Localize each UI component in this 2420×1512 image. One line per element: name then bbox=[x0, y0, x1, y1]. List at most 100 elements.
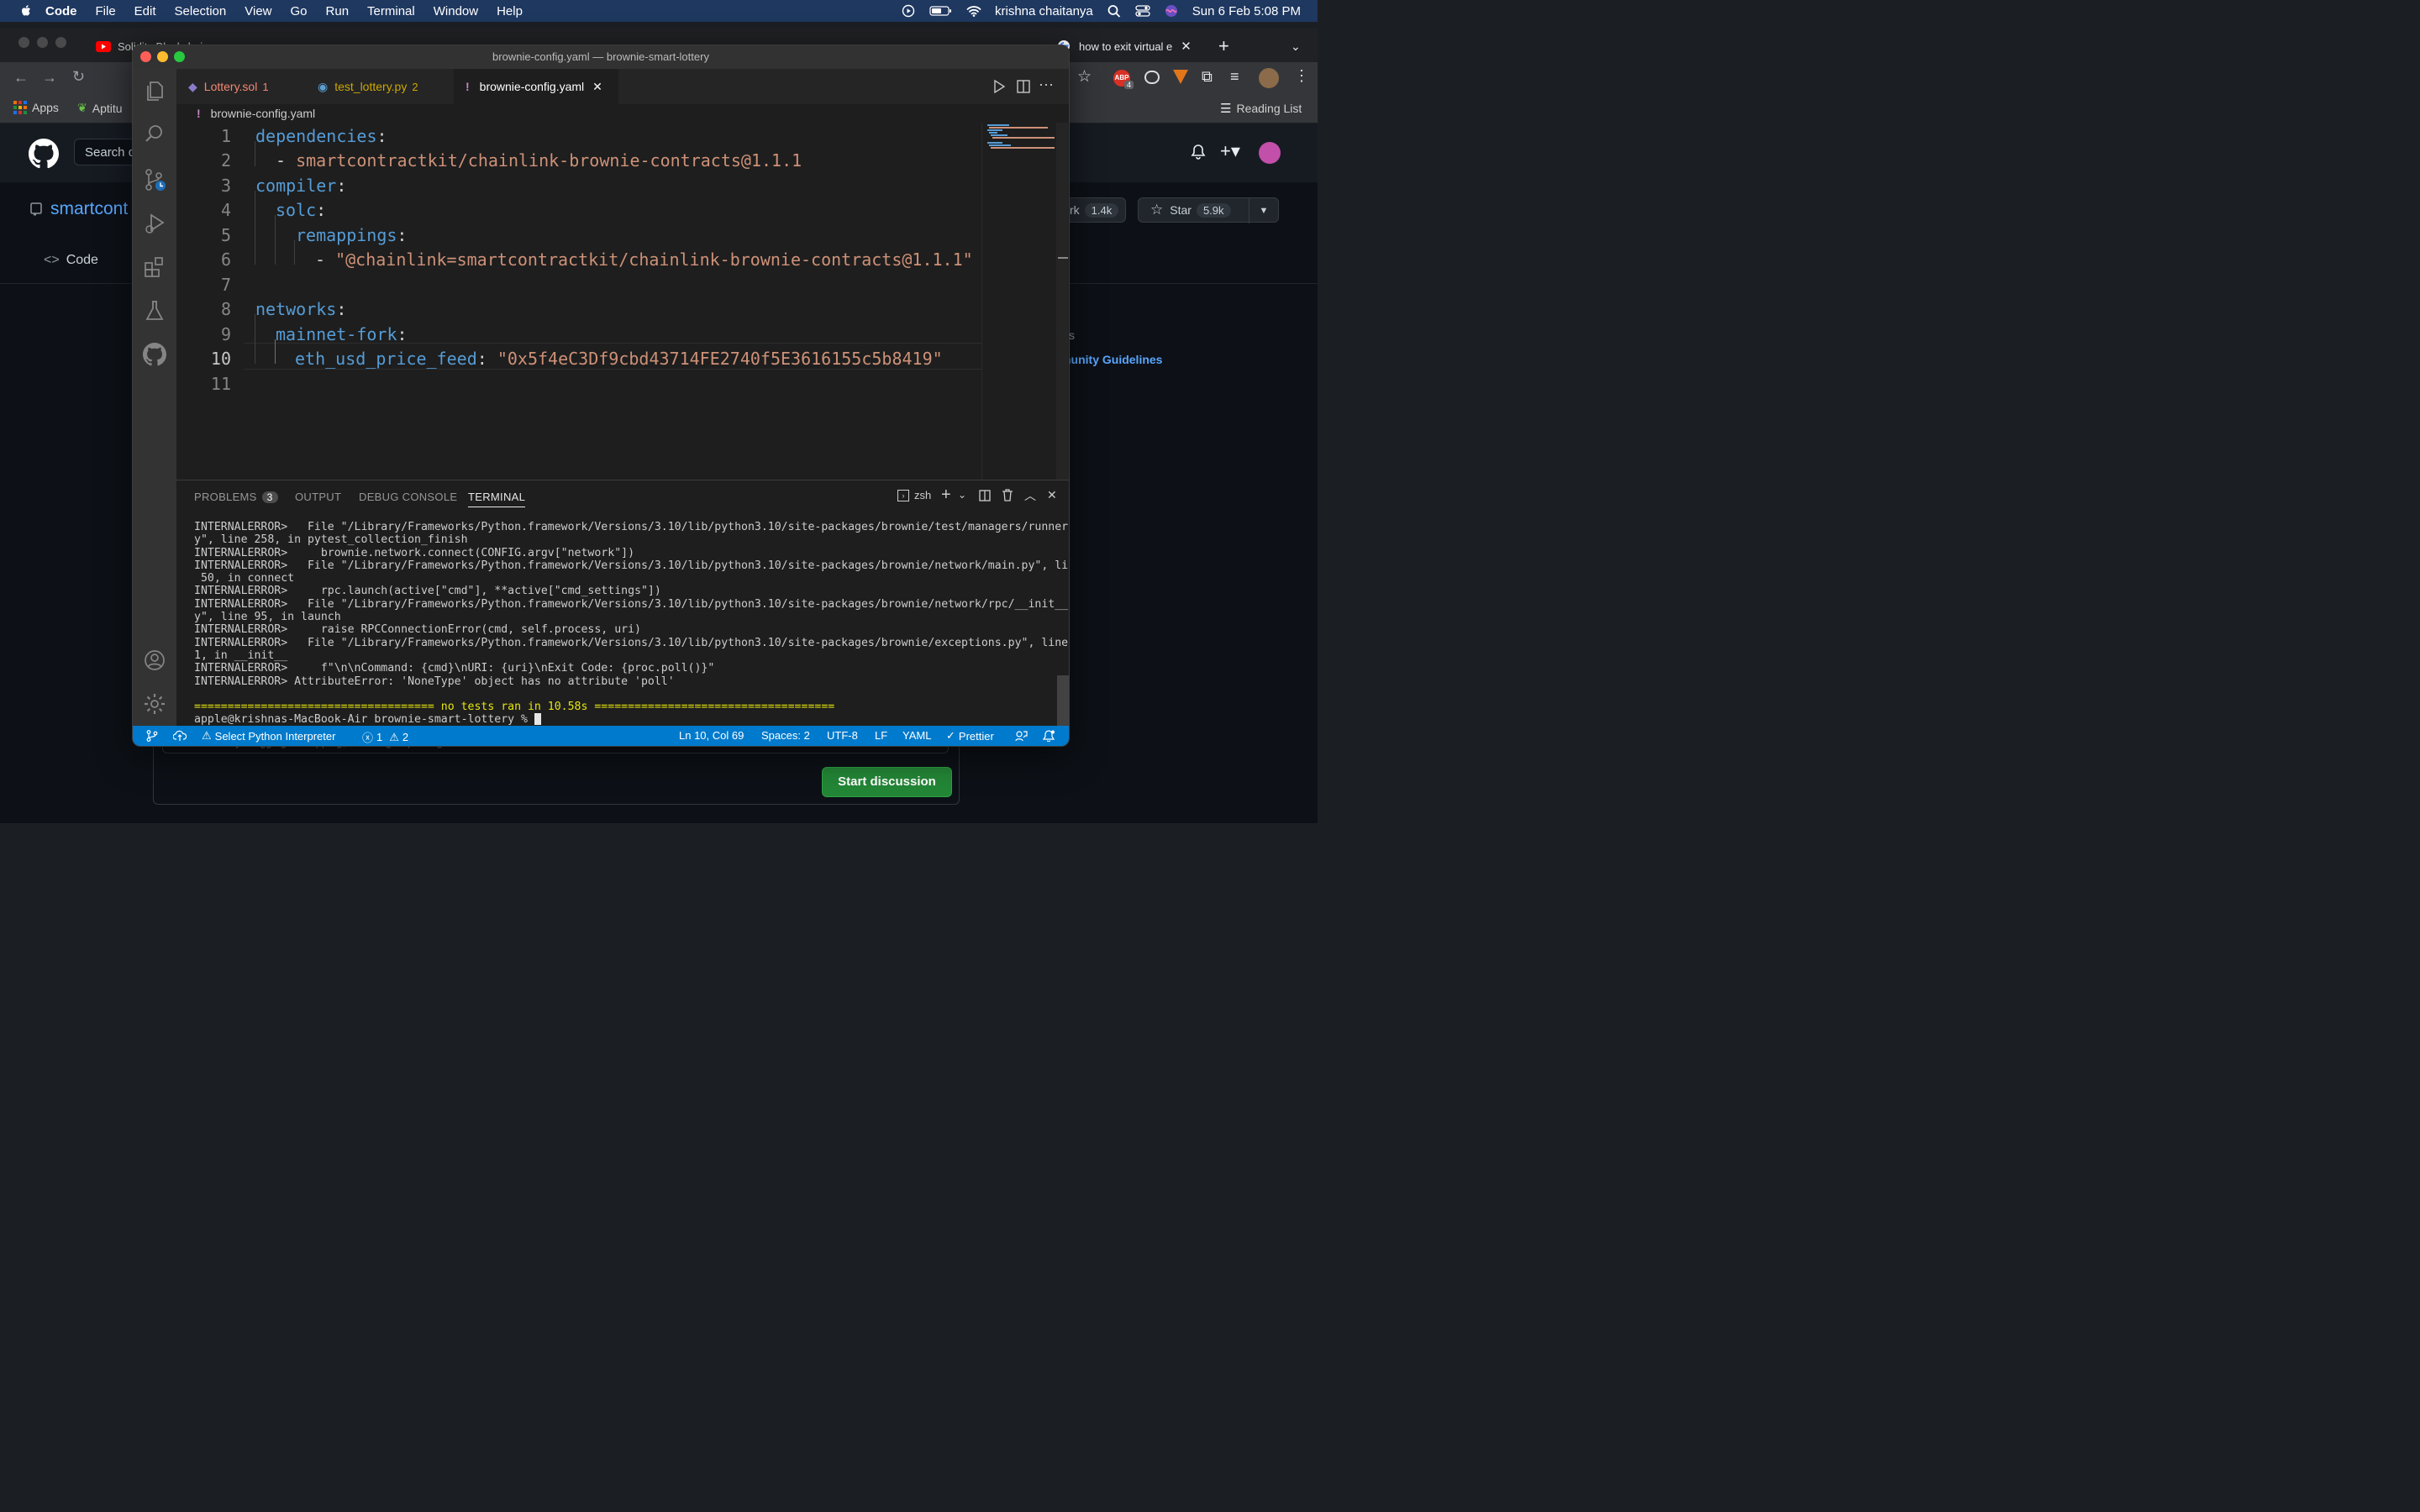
play-circle-icon[interactable] bbox=[901, 4, 916, 18]
close-tab-icon[interactable]: ✕ bbox=[592, 80, 602, 94]
reading-list[interactable]: ☰ Reading List bbox=[1220, 101, 1302, 116]
chrome-close-dot[interactable] bbox=[18, 37, 29, 48]
tab-lottery-sol[interactable]: ◆ Lottery.sol 1 bbox=[176, 69, 306, 104]
chrome-menu-icon[interactable]: ⋮ bbox=[1294, 67, 1309, 85]
panel-tab-output[interactable]: OUTPUT bbox=[295, 491, 341, 503]
code-editor[interactable]: 1 2 3 4 5 6 7 8 9 10 11 dependencies: - … bbox=[176, 123, 1013, 555]
run-debug-icon[interactable] bbox=[143, 212, 166, 235]
notification-bell-icon[interactable] bbox=[1190, 144, 1207, 160]
vertical-scrollbar[interactable] bbox=[1056, 123, 1068, 526]
star-button[interactable]: ☆ Star 5.9k ▼ bbox=[1138, 197, 1279, 223]
menu-edit[interactable]: Edit bbox=[134, 4, 156, 18]
menu-help[interactable]: Help bbox=[497, 4, 523, 18]
forward-arrow-icon[interactable]: → bbox=[42, 69, 57, 87]
chrome-zoom-dot[interactable] bbox=[55, 37, 66, 48]
start-discussion-button[interactable]: Start discussion bbox=[822, 767, 952, 797]
panel-tab-problems[interactable]: PROBLEMS 3 bbox=[194, 491, 278, 503]
github-logo-icon[interactable] bbox=[29, 139, 59, 169]
tab-search-chevron-icon[interactable]: ⌄ bbox=[1291, 32, 1301, 60]
back-arrow-icon[interactable]: ← bbox=[13, 69, 29, 87]
extensions-icon[interactable] bbox=[143, 255, 166, 279]
menu-window[interactable]: Window bbox=[434, 4, 478, 18]
source-control-icon[interactable] bbox=[143, 168, 166, 192]
bookmark-aptitude[interactable]: ❦ Aptitu bbox=[77, 101, 123, 115]
tab-brownie-config-yaml[interactable]: ! brownie-config.yaml ✕ bbox=[454, 69, 618, 104]
spotlight-search-icon[interactable] bbox=[1107, 4, 1122, 18]
language-mode[interactable]: YAML bbox=[902, 729, 931, 742]
indent-guide bbox=[294, 240, 295, 265]
repo-tab-code[interactable]: <> Code bbox=[44, 253, 98, 268]
search-icon[interactable] bbox=[143, 123, 166, 146]
accounts-icon[interactable] bbox=[143, 648, 166, 672]
chrome-minimize-dot[interactable] bbox=[37, 37, 48, 48]
battery-icon[interactable] bbox=[929, 4, 953, 18]
settings-gear-icon[interactable] bbox=[143, 692, 166, 716]
maximize-panel-icon[interactable]: ︿ bbox=[1024, 487, 1036, 504]
bookmark-star-icon[interactable]: ☆ bbox=[1077, 67, 1092, 87]
siri-icon[interactable] bbox=[1164, 4, 1179, 18]
zoom-window-button[interactable] bbox=[174, 51, 185, 62]
split-editor-icon[interactable] bbox=[1016, 79, 1031, 94]
breadcrumb[interactable]: ! brownie-config.yaml bbox=[176, 104, 1003, 123]
terminal-shell-selector[interactable]: › zsh bbox=[897, 489, 931, 501]
testing-flask-icon[interactable] bbox=[143, 299, 166, 323]
menubar-user[interactable]: krishna chaitanya bbox=[995, 4, 1093, 18]
minimize-window-button[interactable] bbox=[157, 51, 168, 62]
more-actions-icon[interactable]: ⋯ bbox=[1039, 76, 1054, 94]
github-icon[interactable] bbox=[143, 343, 166, 366]
explorer-files-icon[interactable] bbox=[143, 79, 166, 102]
github-user-avatar[interactable] bbox=[1259, 142, 1281, 164]
cloud-extension-icon[interactable] bbox=[1144, 71, 1160, 84]
profile-avatar[interactable] bbox=[1259, 68, 1279, 88]
minimap-line bbox=[989, 144, 1011, 146]
terminal-scrollbar[interactable] bbox=[1057, 675, 1069, 726]
apple-icon[interactable] bbox=[18, 3, 34, 18]
eol-status[interactable]: LF bbox=[875, 729, 887, 742]
terminal-dropdown-icon[interactable]: ⌄ bbox=[958, 489, 966, 501]
extensions-puzzle-icon[interactable]: ⧉ bbox=[1202, 68, 1213, 86]
chrome-tab-google[interactable]: how to exit virtual e ✕ bbox=[1057, 32, 1208, 60]
git-branch-icon[interactable] bbox=[146, 730, 158, 742]
new-tab-icon[interactable]: + bbox=[1218, 32, 1229, 60]
metamask-fox-icon[interactable] bbox=[1173, 70, 1188, 84]
star-dropdown-icon[interactable]: ▼ bbox=[1249, 198, 1278, 223]
minimap[interactable] bbox=[981, 123, 1056, 526]
cloud-sync-icon[interactable] bbox=[173, 730, 187, 742]
minimap-line bbox=[987, 124, 1009, 126]
feedback-icon[interactable] bbox=[1015, 730, 1028, 742]
close-tab-icon[interactable]: ✕ bbox=[1181, 39, 1192, 54]
trash-icon[interactable] bbox=[1002, 489, 1013, 501]
split-terminal-icon[interactable] bbox=[979, 490, 991, 501]
select-python-interpreter[interactable]: ⚠ Select Python Interpreter bbox=[202, 729, 335, 743]
menu-code[interactable]: Code bbox=[45, 4, 77, 18]
menu-selection[interactable]: Selection bbox=[175, 4, 227, 18]
media-playlist-icon[interactable]: ≡ bbox=[1230, 68, 1239, 86]
encoding-status[interactable]: UTF-8 bbox=[827, 729, 858, 742]
community-guidelines-link[interactable]: nunity Guidelines bbox=[1064, 353, 1162, 366]
repo-name-link[interactable]: smartcont bbox=[50, 199, 128, 219]
indentation-status[interactable]: Spaces: 2 bbox=[761, 729, 810, 742]
new-terminal-icon[interactable]: + bbox=[941, 486, 951, 505]
menu-file[interactable]: File bbox=[96, 4, 116, 18]
bookmark-apps[interactable]: Apps bbox=[13, 101, 59, 114]
minimap-line bbox=[991, 147, 1055, 149]
close-panel-icon[interactable]: ✕ bbox=[1047, 488, 1057, 502]
run-file-icon[interactable] bbox=[992, 79, 1007, 94]
create-new-icon[interactable]: +▾ bbox=[1220, 140, 1240, 162]
control-center-icon[interactable] bbox=[1135, 4, 1150, 18]
close-window-button[interactable] bbox=[140, 51, 151, 62]
menu-run[interactable]: Run bbox=[326, 4, 350, 18]
tab-test-lottery-py[interactable]: ◉ test_lottery.py 2 bbox=[306, 69, 454, 104]
problems-status[interactable]: ⓧ 1 ⚠ 2 bbox=[362, 729, 408, 745]
wifi-icon[interactable] bbox=[966, 4, 981, 18]
panel-tab-debug-console[interactable]: DEBUG CONSOLE bbox=[359, 491, 457, 503]
menu-view[interactable]: View bbox=[245, 4, 271, 18]
prettier-status[interactable]: ✓ Prettier bbox=[946, 729, 994, 743]
panel-tab-terminal[interactable]: TERMINAL bbox=[468, 491, 526, 507]
reload-icon[interactable]: ↻ bbox=[72, 68, 85, 86]
menu-terminal[interactable]: Terminal bbox=[367, 4, 415, 18]
cursor-position[interactable]: Ln 10, Col 69 bbox=[679, 729, 744, 742]
terminal-output[interactable]: INTERNALERROR> File "/Library/Frameworks… bbox=[194, 521, 1069, 727]
menu-go[interactable]: Go bbox=[291, 4, 308, 18]
notifications-bell-icon[interactable] bbox=[1043, 730, 1055, 742]
